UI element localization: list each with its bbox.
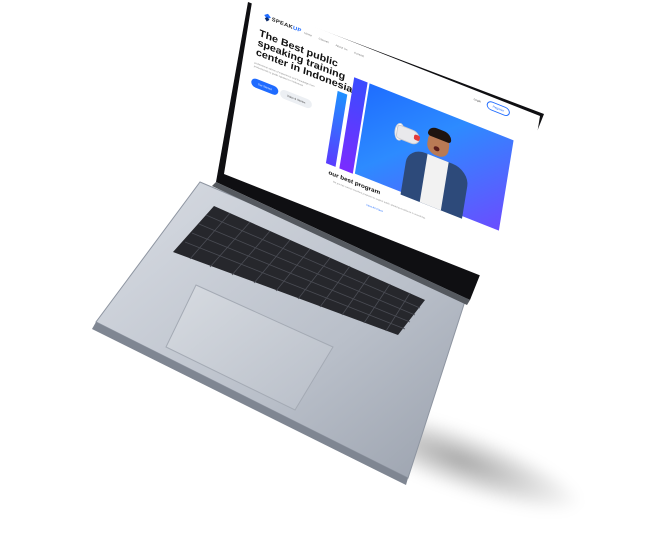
brand-logo[interactable]: SPEAKUP bbox=[271, 17, 302, 34]
video-stories-button[interactable]: Video & Stories bbox=[279, 88, 313, 110]
login-link[interactable]: Login bbox=[473, 97, 481, 103]
nav-link-home[interactable]: Home bbox=[304, 31, 312, 37]
view-all-class-link[interactable]: View All Class bbox=[366, 203, 383, 213]
laptop-mockup: SPEAKUP Home Classes About Us Contact Lo… bbox=[0, 0, 650, 533]
get-started-button[interactable]: Get Started bbox=[250, 77, 280, 97]
nav-link-classes[interactable]: Classes bbox=[318, 37, 329, 44]
nav-link-about[interactable]: About Us bbox=[335, 43, 347, 51]
brand-logo-icon bbox=[264, 13, 271, 22]
brand-suffix: UP bbox=[292, 25, 302, 35]
brand-prefix: SPEAK bbox=[271, 17, 294, 31]
register-button[interactable]: Register bbox=[486, 99, 511, 118]
nav-link-contact[interactable]: Contact bbox=[354, 51, 364, 58]
